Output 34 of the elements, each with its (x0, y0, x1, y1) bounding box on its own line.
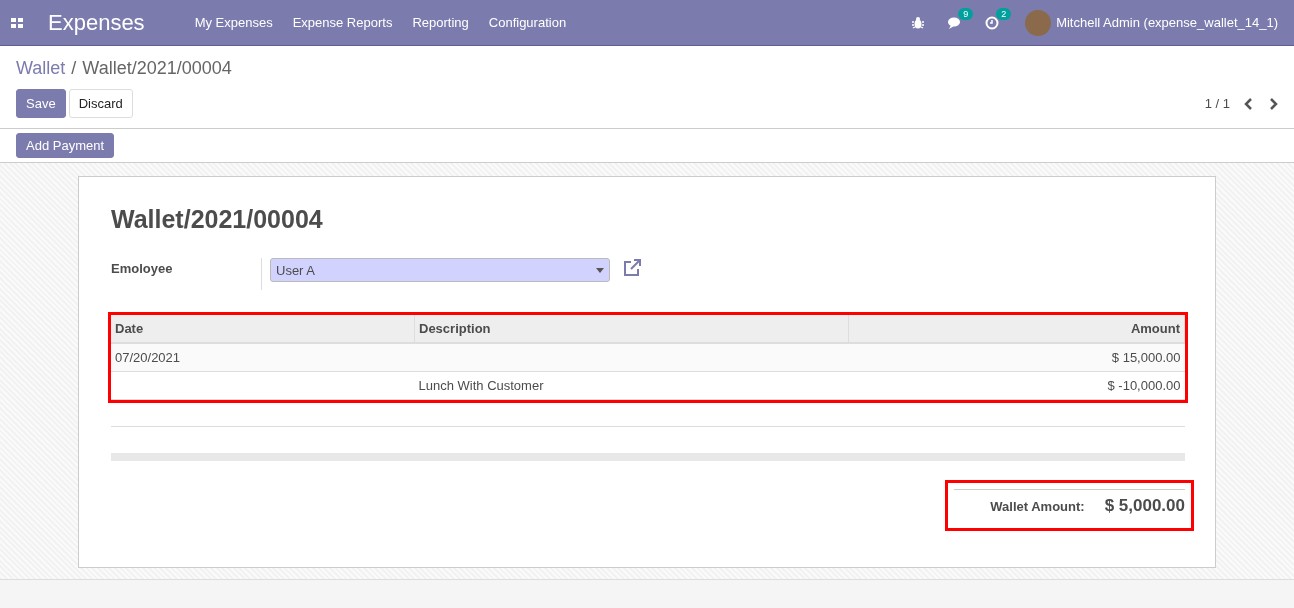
external-link-icon[interactable] (622, 258, 642, 278)
table-cell: $ -10,000.00 (848, 371, 1185, 400)
breadcrumb-link[interactable]: Wallet (16, 58, 66, 79)
table-cell: Lunch With Customer (414, 371, 849, 400)
menu-item[interactable]: Expense Reports (282, 15, 403, 30)
field-label: Emoloyee (111, 260, 174, 276)
column-header[interactable]: Description (414, 315, 849, 343)
add-payment-button[interactable]: Add Payment (16, 133, 115, 158)
pager-counter: 1 / 1 (1204, 96, 1230, 111)
message-count-badge: 9 (958, 7, 974, 20)
previous-icon[interactable] (1244, 97, 1254, 110)
clock-icon[interactable] (985, 15, 1000, 30)
breadcrumb-current: Wallet/2021/00004 (82, 58, 232, 79)
discard-button[interactable]: Discard (68, 89, 133, 118)
next-icon[interactable] (1268, 97, 1278, 110)
breadcrumb-separator: / (71, 58, 77, 79)
menu-item[interactable]: Configuration (478, 15, 577, 30)
total-value: $ 5,000.00 (1104, 496, 1185, 516)
dropdown-caret-icon (596, 267, 604, 273)
menu-item[interactable]: Reporting (402, 15, 479, 30)
save-button[interactable]: Save (16, 89, 66, 118)
record-title: Wallet/2021/00004 (111, 205, 324, 234)
table-cell: 07/20/2021 (111, 343, 415, 372)
bug-icon[interactable] (911, 15, 926, 30)
total-label: Wallet Amount: (990, 498, 1085, 514)
user-name[interactable]: Mitchell Admin (expense_wallet_14_1) (1056, 15, 1278, 30)
employee-select[interactable]: User A (270, 258, 610, 282)
apps-grid-icon[interactable] (10, 15, 24, 30)
menu-item[interactable]: My Expenses (184, 15, 283, 30)
app-name: Expenses (48, 9, 145, 36)
column-header[interactable]: Date (111, 315, 415, 343)
activity-count-badge: 2 (996, 7, 1012, 20)
column-header[interactable]: Amount (848, 315, 1185, 343)
table-cell: $ 15,000.00 (848, 343, 1185, 372)
